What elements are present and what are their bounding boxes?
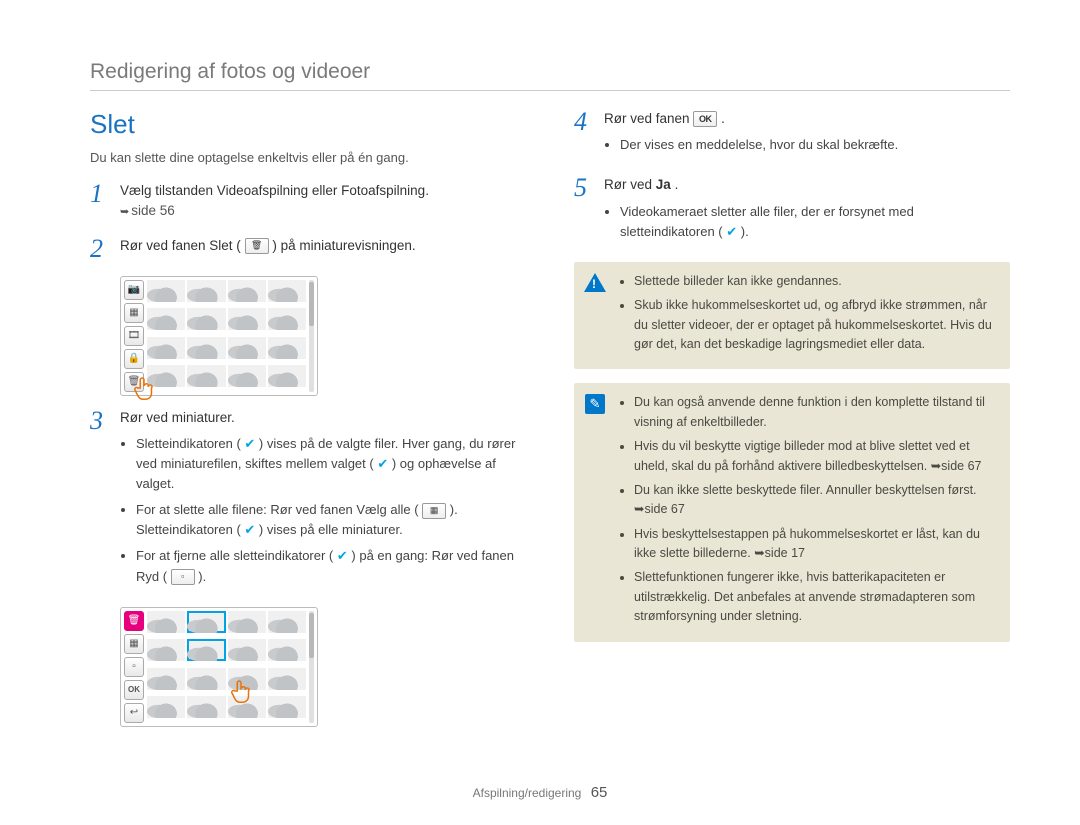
step-4-text-after: .	[721, 111, 725, 126]
sidebar-btn: 🔒	[124, 349, 144, 369]
warning-box: Slettede billeder kan ikke gendannes. Sku…	[574, 262, 1010, 370]
footer-section: Afspilning/redigering	[473, 786, 582, 800]
step-2-text-after: ) på miniaturevisningen.	[272, 238, 415, 253]
check-icon: ✔	[726, 224, 737, 239]
sidebar-btn: 🎞	[124, 326, 144, 346]
thumbnail-grid-1: 📷 ▦ 🎞 🔒 🗑	[120, 276, 318, 396]
info-item: Slettefunktionen fungerer ikke, hvis bat…	[634, 568, 996, 626]
step-4-text-before: Rør ved fanen	[604, 111, 693, 126]
info-item: Du kan også anvende denne funktion i den…	[634, 393, 996, 432]
sidebar-btn-back: ↩	[124, 703, 144, 723]
step-2-text-before: Rør ved fanen Slet (	[120, 238, 241, 253]
page-number: 65	[591, 784, 608, 801]
right-column: 4 Rør ved fanen OK . Der vises en meddel…	[574, 101, 1010, 739]
clear-icon: ▫	[171, 569, 195, 585]
step-5: 5 Rør ved Ja . Videokameraet sletter all…	[574, 175, 1010, 248]
sidebar-btn-ok: OK	[124, 680, 144, 700]
thumbnail-grid-2: 🗑 ▦ ▫ OK ↩	[120, 607, 318, 727]
step-1-text: Vælg tilstanden Videoafspilning eller Fo…	[120, 183, 429, 198]
page-ref: side 56	[120, 203, 175, 218]
check-icon: ✔	[244, 436, 255, 451]
step-3-bullet: For at slette alle filene: Rør ved fanen…	[136, 500, 526, 540]
info-box: ✎ Du kan også anvende denne funktion i d…	[574, 383, 1010, 641]
check-icon: ✔	[337, 548, 348, 563]
step-1: 1 Vælg tilstanden Videoafspilning eller …	[90, 181, 526, 222]
info-list: Du kan også anvende denne funktion i den…	[618, 393, 996, 631]
step-3-bullet: Sletteindikatoren ( ✔ ) vises på de valg…	[136, 434, 526, 494]
check-icon: ✔	[377, 456, 388, 471]
trash-icon: 🗑	[245, 238, 269, 254]
step-5-text-before: Rør ved	[604, 177, 656, 192]
step-4-bullet: Der vises en meddelelse, hvor du skal be…	[620, 135, 898, 155]
select-all-icon: ▦	[422, 503, 446, 519]
step-3-bullet: For at fjerne alle sletteindikatorer ( ✔…	[136, 546, 526, 586]
warning-icon	[584, 272, 606, 294]
step-number: 4	[574, 109, 592, 135]
warning-list: Slettede billeder kan ikke gendannes. Sku…	[618, 272, 996, 360]
warning-item: Skub ikke hukommelseskortet ud, og afbry…	[634, 296, 996, 354]
section-title: Slet	[90, 109, 526, 140]
sidebar-btn: ▦	[124, 634, 144, 654]
sidebar-btn-delete: 🗑	[124, 611, 144, 631]
step-3-bullets: Sletteindikatoren ( ✔ ) vises på de valg…	[120, 434, 526, 587]
step-5-text-after: .	[675, 177, 679, 192]
step-number: 3	[90, 408, 108, 434]
step-number: 1	[90, 181, 108, 207]
info-item: Hvis beskyttelsestappen på hukommelsesko…	[634, 525, 996, 564]
sidebar-btn: 📷	[124, 280, 144, 300]
sidebar-btn: 🗑	[124, 372, 144, 392]
ok-icon: OK	[693, 111, 717, 127]
sidebar-btn: ▦	[124, 303, 144, 323]
info-icon: ✎	[584, 393, 606, 415]
step-number: 5	[574, 175, 592, 201]
check-icon: ✔	[244, 522, 255, 537]
step-5-bullet: Videokameraet sletter alle filer, der er…	[620, 202, 1010, 242]
step-4: 4 Rør ved fanen OK . Der vises en meddel…	[574, 109, 1010, 161]
page-footer: Afspilning/redigering 65	[0, 784, 1080, 801]
info-item: Du kan ikke slette beskyttede filer. Ann…	[634, 481, 996, 520]
chapter-title: Redigering af fotos og videoer	[90, 60, 1010, 91]
step-number: 2	[90, 236, 108, 262]
left-column: Slet Du kan slette dine optagelse enkelt…	[90, 101, 526, 739]
step-2: 2 Rør ved fanen Slet ( 🗑 ) på miniaturev…	[90, 236, 526, 262]
warning-item: Slettede billeder kan ikke gendannes.	[634, 272, 996, 291]
intro-text: Du kan slette dine optagelse enkeltvis e…	[90, 150, 526, 165]
step-3: 3 Rør ved miniaturer. Sletteindikatoren …	[90, 408, 526, 593]
info-item: Hvis du vil beskytte vigtige billeder mo…	[634, 437, 996, 476]
sidebar-btn: ▫	[124, 657, 144, 677]
step-5-bold: Ja	[656, 177, 671, 192]
step-3-text: Rør ved miniaturer.	[120, 410, 235, 425]
